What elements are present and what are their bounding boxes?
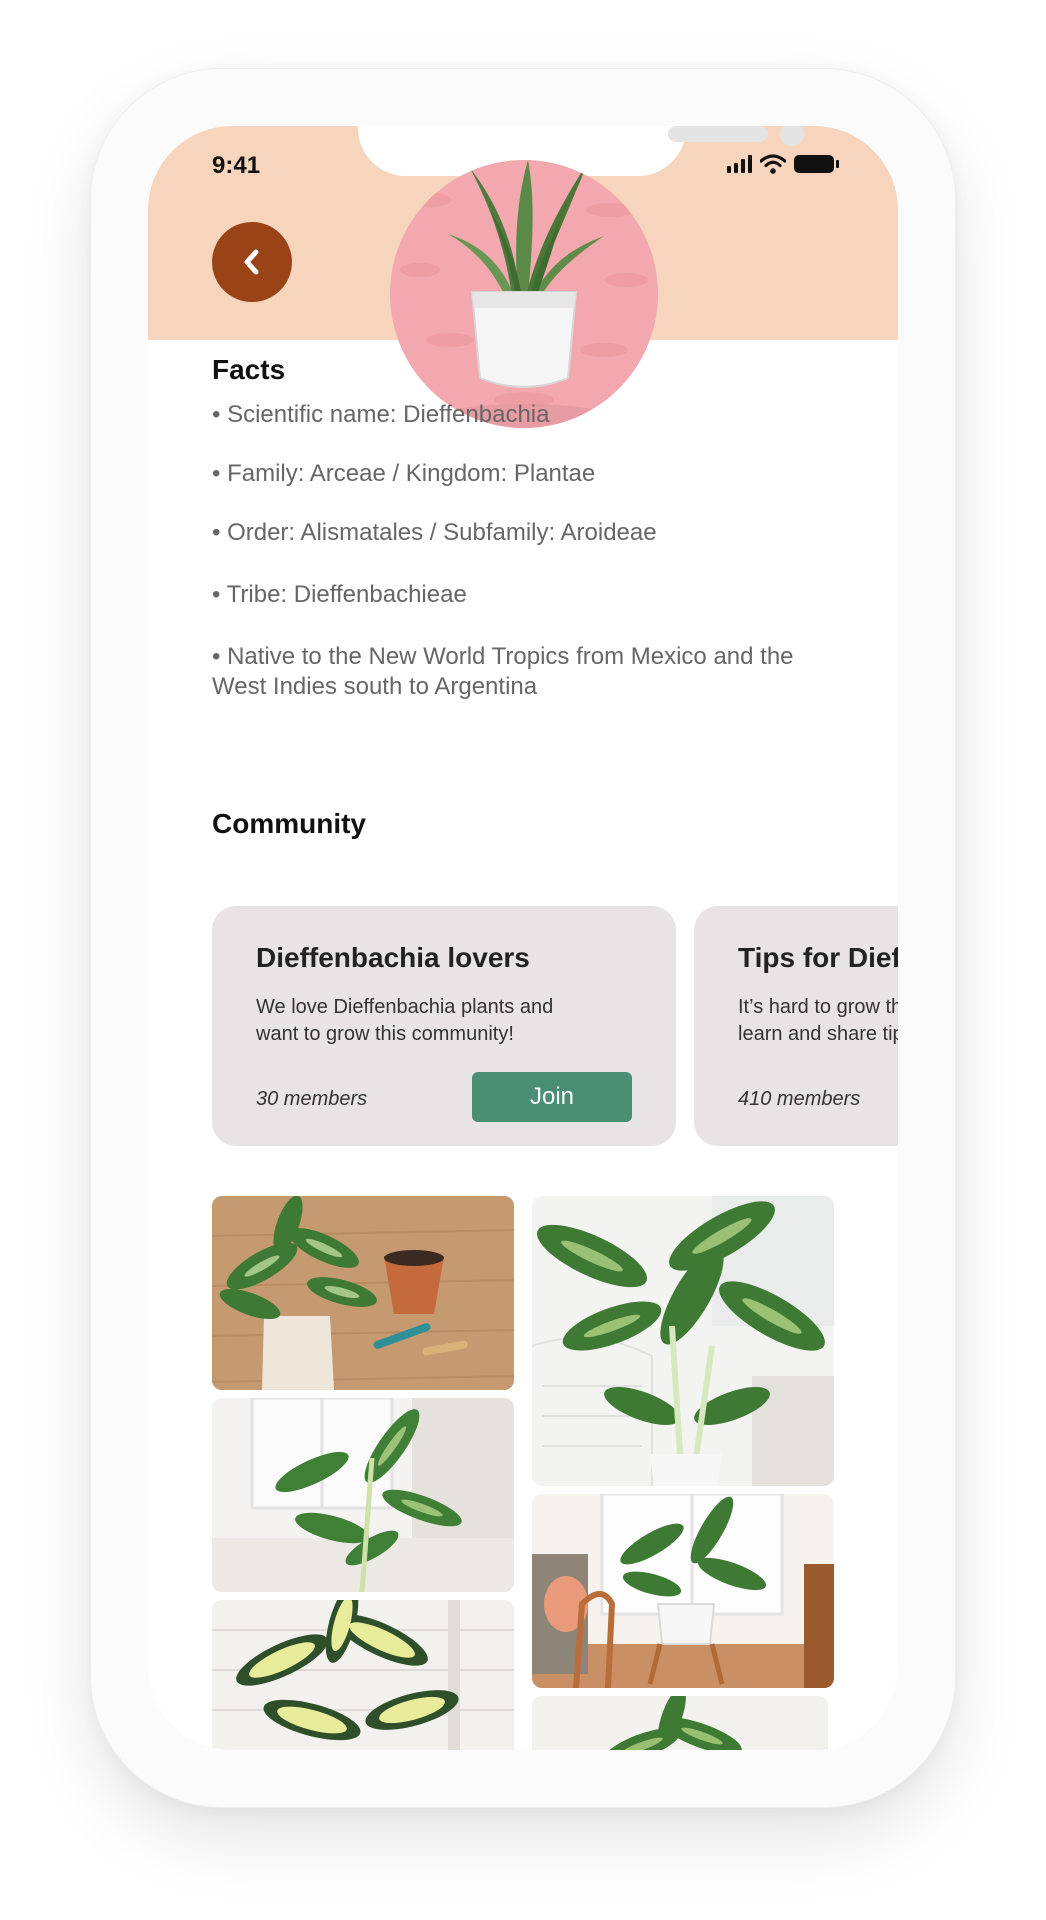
facts-title: Facts xyxy=(212,354,286,385)
community-card-members: 30 members xyxy=(256,1088,368,1110)
gallery-image[interactable] xyxy=(532,1494,834,1688)
fact-item: • Tribe: Dieffenbachieae xyxy=(212,581,467,608)
gallery-image[interactable] xyxy=(212,1398,514,1592)
fact-item: • Native to the New World Tropics from M… xyxy=(212,643,794,700)
status-time: 9:41 xyxy=(212,152,261,179)
community-card-description: It’s hard to grow them? Come here to lea… xyxy=(738,996,898,1045)
chevron-left-icon xyxy=(244,249,259,275)
snake-plant-image xyxy=(400,160,648,428)
community-card-description: We love Dieffenbachia plants and want to… xyxy=(256,996,554,1045)
fact-item: • Scientific name: Dieffenbachia xyxy=(212,401,550,428)
cellular-signal-icon xyxy=(727,155,752,173)
dieffenbachia-photo xyxy=(532,1494,834,1688)
community-card-title: Tips for Dieffenbachia xyxy=(738,942,898,973)
gallery-image[interactable] xyxy=(532,1696,828,1750)
join-button[interactable]: Join xyxy=(472,1072,632,1122)
wifi-icon xyxy=(760,154,786,174)
dieffenbachia-photo xyxy=(212,1600,514,1750)
community-card[interactable]: Dieffenbachia lovers We love Dieffenbach… xyxy=(212,906,676,1146)
gallery-image[interactable] xyxy=(212,1600,514,1750)
fact-item: • Family: Arceae / Kingdom: Plantae xyxy=(212,460,596,487)
app-screen: 9:41 Facts • Scientific name: Dieffenbac… xyxy=(148,126,898,1750)
battery-icon xyxy=(794,155,839,173)
speaker-grille xyxy=(668,126,768,142)
back-button[interactable] xyxy=(212,222,292,302)
dieffenbachia-photo xyxy=(532,1696,828,1750)
community-title: Community xyxy=(212,808,366,839)
community-card-title: Dieffenbachia lovers xyxy=(256,942,530,973)
fact-item: • Order: Alismatales / Subfamily: Aroide… xyxy=(212,519,657,546)
dieffenbachia-photo xyxy=(532,1196,834,1486)
gallery-image[interactable] xyxy=(212,1196,514,1390)
dieffenbachia-photo xyxy=(212,1398,514,1592)
community-card-members: 410 members xyxy=(738,1088,861,1110)
community-card[interactable]: Tips for Dieffenbachia It’s hard to grow… xyxy=(694,906,898,1146)
dieffenbachia-photo xyxy=(212,1196,514,1390)
status-icons xyxy=(727,154,839,174)
gallery-image[interactable] xyxy=(532,1196,834,1486)
plant-avatar xyxy=(390,160,658,428)
